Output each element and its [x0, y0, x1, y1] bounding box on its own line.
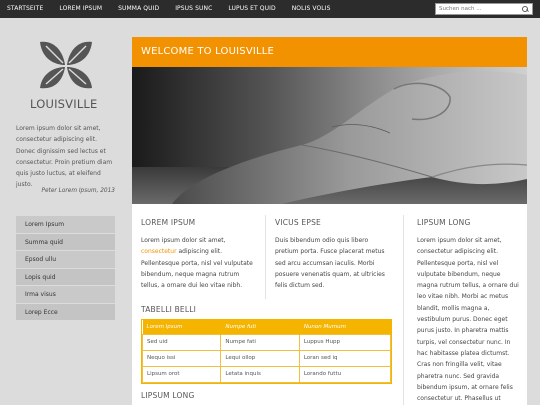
column-lipsum-long: LIPSUM LONG Lorem ipsum dolor sit amet, … [417, 218, 520, 405]
table-cell: Nequo issi [141, 349, 222, 367]
table-header-cell: Numpe futi [220, 320, 300, 334]
table-title: TABELLI BELLI [141, 305, 197, 314]
table-cell: Luppus Hupp [298, 333, 392, 351]
table-cell: Lequi ollop [220, 349, 300, 367]
top-navigation-bar: STARTSEITE LOREM IPSUM SUMMA QUID IPSUS … [0, 0, 540, 18]
intro-text: Lorem ipsum dolor sit amet, consectetur … [16, 125, 113, 189]
table-header-row: Lorem Ipsum Numpe futi Nunon Mumum [142, 320, 392, 334]
sidebar-item-lorep-ecce[interactable]: Lorep Ecce [16, 303, 115, 321]
side-navigation: Lorem Ipsum Summa quid Epsod ullu Lopis … [16, 216, 115, 321]
welcome-banner: WELCOME TO LOUISVILLE [132, 37, 527, 67]
logo-text: LOUISVILLE [30, 97, 98, 111]
nav-item-ipsus-sunc[interactable]: IPSUS SUNC [167, 0, 220, 18]
column-divider [403, 215, 404, 405]
sidebar-item-irma-visus[interactable]: Irma visus [16, 286, 115, 304]
sidebar-item-lopis-quid[interactable]: Lopis quid [16, 268, 115, 286]
consectetur-link[interactable]: consectetur [141, 248, 177, 255]
nav-item-lupus-et-quid[interactable]: LUPUS ET QUID [220, 0, 283, 18]
nav-item-summa-quid[interactable]: SUMMA QUID [110, 0, 167, 18]
column-lorem-ipsum: LOREM IPSUM Lorem ipsum dolor sit amet, … [141, 218, 258, 291]
data-table: Lorem Ipsum Numpe futi Nunon Mumum Sed u… [141, 319, 392, 384]
column-text: Duis bibendum odio quis libero pretium p… [275, 237, 385, 290]
site-logo[interactable]: LOUISVILLE [30, 36, 100, 111]
search-icon[interactable] [520, 4, 530, 14]
nav-item-lorem-ipsum[interactable]: LOREM IPSUM [51, 0, 110, 18]
fist-on-table-image [132, 71, 527, 204]
table-cell: Loran sed iq [298, 349, 392, 367]
table-row: Nequo issi Lequi ollop Loran sed iq [141, 349, 392, 367]
table-cell: Sed uid [141, 333, 222, 351]
sidebar-item-summa-quid[interactable]: Summa quid [16, 233, 115, 251]
table-header-cell: Lorem Ipsum [142, 320, 222, 334]
sidebar-item-lorem-ipsum[interactable]: Lorem Ipsum [16, 216, 115, 234]
section-title-lipsum-long: LIPSUM LONG [141, 391, 195, 400]
column-text: Lorem ipsum dolor sit amet, consectetur … [141, 235, 258, 291]
table-row: Lipsum orot Letata inquis Lorando futtu [141, 365, 392, 383]
top-nav: STARTSEITE LOREM IPSUM SUMMA QUID IPSUS … [0, 0, 339, 18]
table-row: Sed uid Numpe fati Luppus Hupp [141, 333, 392, 351]
nav-item-startseite[interactable]: STARTSEITE [0, 0, 51, 18]
quote-author: Peter Lorem Ipsum, 2013 [41, 188, 115, 194]
four-petal-logo-icon [40, 41, 92, 89]
column-title: LIPSUM LONG [417, 218, 471, 227]
sidebar-item-epsod-ullu[interactable]: Epsod ullu [16, 251, 115, 269]
column-vicus-epse: VICUS EPSE Duis bibendum odio quis liber… [275, 218, 393, 291]
search-box [435, 3, 533, 15]
column-text-start: Lorem ipsum dolor sit amet, [141, 237, 226, 244]
table-header-cell: Nunon Mumum [299, 320, 392, 334]
table-cell: Numpe fati [220, 333, 300, 351]
nav-item-nolis-volis[interactable]: NOLIS VOLIS [284, 0, 339, 18]
column-divider [265, 215, 266, 299]
search-input[interactable] [436, 4, 520, 14]
column-text: Lorem ipsum dolor sit amet, consectetur … [417, 237, 519, 403]
hero-image [132, 67, 527, 204]
table-cell: Lorando futtu [298, 365, 392, 383]
column-title: VICUS EPSE [275, 218, 321, 227]
table-cell: Lipsum orot [141, 365, 222, 383]
column-title: LOREM IPSUM [141, 218, 196, 227]
table-cell: Letata inquis [220, 365, 300, 383]
main-content: WELCOME TO LOUISVILLE LOREM IPSUM Lorem … [132, 37, 527, 405]
